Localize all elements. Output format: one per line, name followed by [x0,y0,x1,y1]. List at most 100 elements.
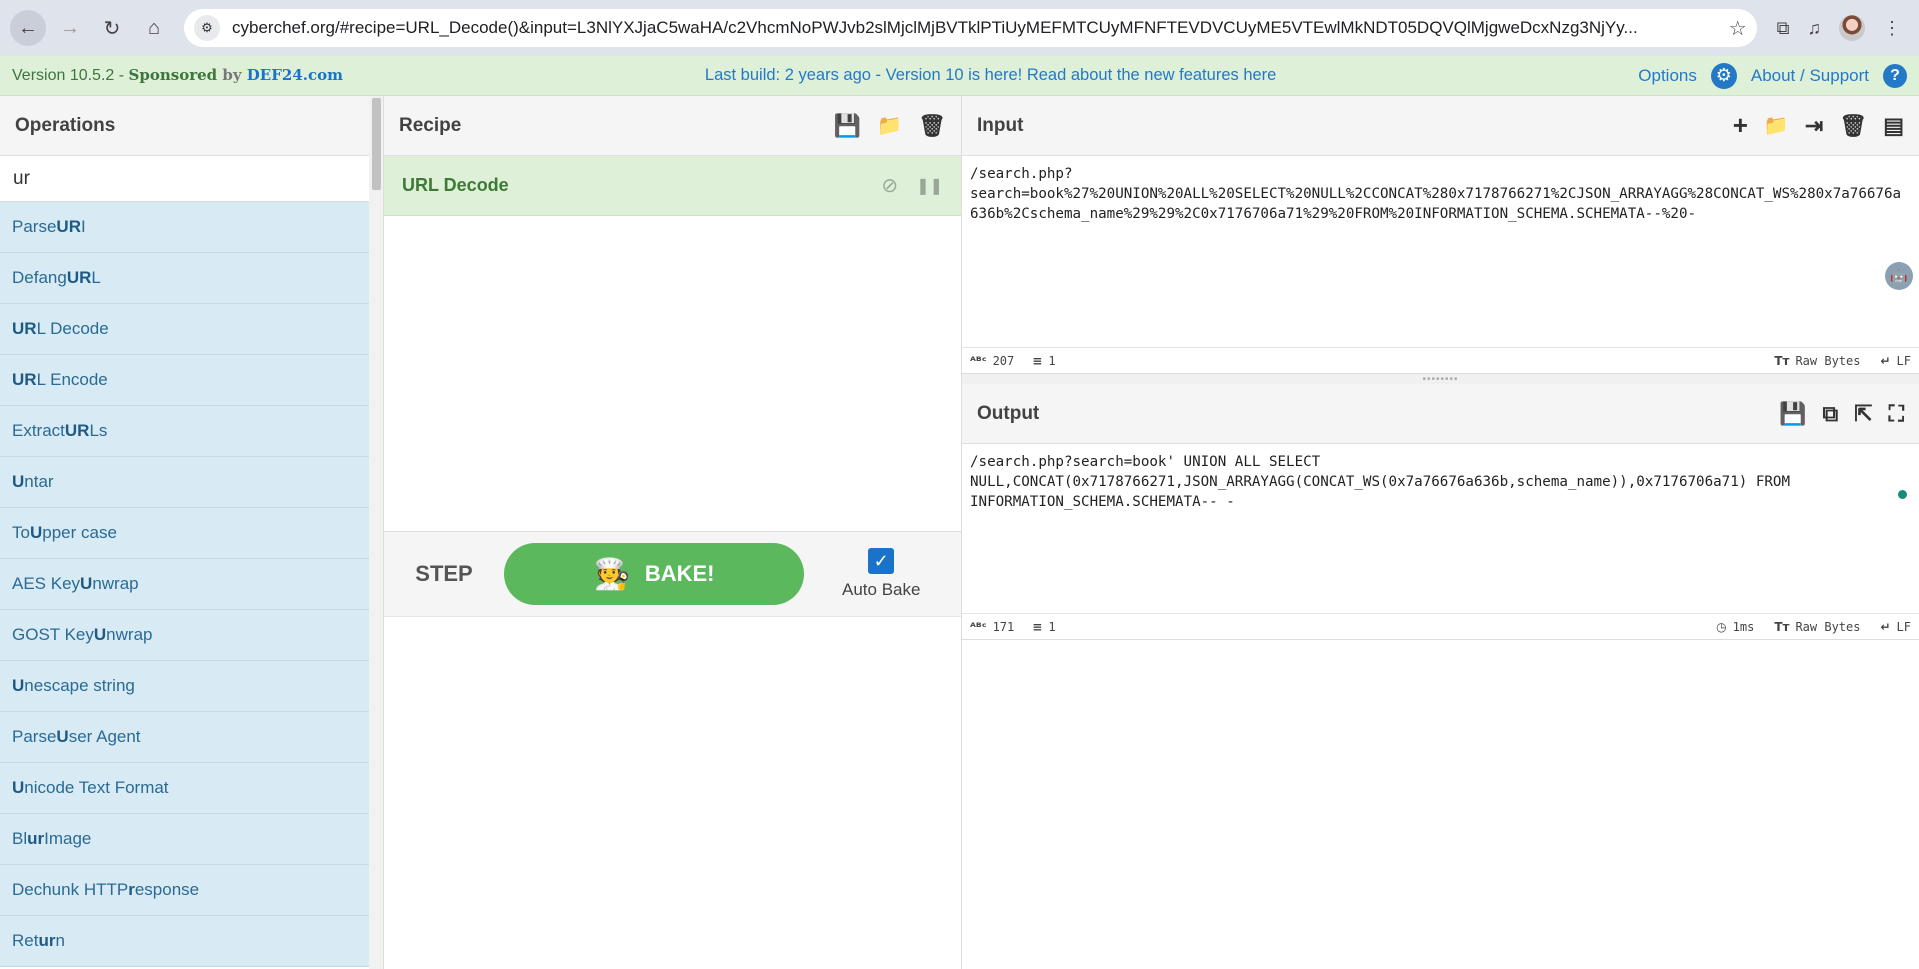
about-link[interactable]: About / Support [1751,66,1869,86]
operation-label-part: nescape string [24,676,135,695]
options-link[interactable]: Options [1638,66,1697,86]
operation-item[interactable]: To Upper case [0,508,370,559]
operation-item[interactable]: Parse User Agent [0,712,370,763]
address-bar[interactable]: ⚙ cyberchef.org/#recipe=URL_Decode()&inp… [184,9,1757,47]
operation-item[interactable]: Parse UR I [0,202,370,253]
operation-item[interactable]: Ret ur n [0,916,370,967]
operation-item[interactable]: Extract UR Ls [0,406,370,457]
layout-icon[interactable]: ▤ [1883,113,1904,139]
news-link[interactable]: Last build: 2 years ago - Version 10 is … [343,66,1638,85]
clear-input-icon[interactable]: 🗑 [1839,113,1867,139]
operation-item[interactable]: Dechunk HTTP r esponse [0,865,370,916]
output-eol-value: LF [1896,619,1911,634]
step-button[interactable]: STEP [384,561,504,587]
input-status-bar: ᴬᴮᶜ 207 ≡ 1 Tт Raw Bytes ↵ LF [962,347,1919,373]
reload-icon[interactable]: ↻ [94,10,130,46]
operation-match-highlight: U [12,472,25,491]
operations-search-input[interactable]: ur [0,156,383,202]
operation-label-part: ser Agent [68,727,141,746]
load-recipe-icon[interactable]: 📁 [877,113,902,138]
operation-match-highlight: ur [38,931,56,950]
operation-item[interactable]: Bl ur Image [0,814,370,865]
output-encoding-value: Raw Bytes [1795,619,1861,634]
operations-list: Parse UR I Defang UR L UR L Decode UR L Encode E… [0,202,370,967]
operation-label-part: Parse [12,727,57,746]
eol-arrow-icon: ↵ [1880,619,1891,634]
operation-item[interactable]: AES Key Unwrap [0,559,370,610]
auto-bake-toggle[interactable]: ✓ Auto Bake [842,548,920,600]
recipe-panel: Recipe 💾 📁 🗑 URL Decode ⊘ ❚❚ STEP 🧑‍🍳 BA… [384,96,962,969]
operation-match-highlight: U [93,625,107,644]
input-encoding[interactable]: Tт Raw Bytes [1774,354,1860,368]
extensions-icon[interactable]: ⧉ [1777,18,1790,39]
input-char-count: ᴬᴮᶜ 207 [970,354,1014,368]
operation-item[interactable]: Unicode Text Format [0,763,370,814]
operation-label-part: To [12,523,30,542]
abc-icon: ᴬᴮᶜ [970,619,987,634]
io-divider[interactable]: •••••••• [962,374,1919,385]
operation-label-part: Parse [12,217,57,236]
operation-match-highlight: r [128,880,135,899]
breakpoint-icon[interactable]: ❚❚ [916,176,943,196]
site-settings-icon[interactable]: ⚙ [194,15,220,41]
input-chars-value: 207 [992,353,1015,368]
help-icon[interactable]: ? [1883,63,1907,88]
operation-match-highlight: U [56,727,69,746]
copy-output-icon[interactable]: ⧉ [1822,401,1838,427]
operation-label-part: nwrap [106,625,153,644]
save-output-icon[interactable]: 💾 [1779,401,1806,427]
input-eol[interactable]: ↵ LF [1880,354,1911,368]
recipe-title: Recipe [399,114,462,136]
disable-icon[interactable]: ⊘ [881,173,898,198]
operation-item[interactable]: Untar [0,457,370,508]
input-textarea[interactable]: /search.php? search=book%27%20UNION%20AL… [962,156,1919,224]
save-recipe-icon[interactable]: 💾 [834,113,861,139]
operations-title: Operations [0,96,383,156]
output-text[interactable]: /search.php?search=book' UNION ALL SELEC… [962,444,1919,512]
output-title: Output [977,402,1040,424]
gear-icon[interactable]: ⚙ [1710,62,1737,89]
operation-label-part: nwrap [92,574,139,593]
operation-label-part: Defang [12,268,67,287]
checkbox-checked-icon[interactable]: ✓ [868,548,895,574]
operations-scrollbar[interactable] [369,96,383,969]
robot-icon[interactable]: 🤖 [1885,262,1913,290]
operation-item[interactable]: Defang UR L [0,253,370,304]
recipe-operation-name: URL Decode [402,175,509,195]
media-icon[interactable]: ♫ [1808,18,1822,39]
operation-item[interactable]: GOST Key Unwrap [0,610,370,661]
operation-item[interactable]: UR L Decode [0,304,370,355]
open-file-icon[interactable]: ⇥ [1805,113,1823,139]
output-encoding[interactable]: Tт Raw Bytes [1774,620,1860,634]
operation-match-highlight: U [29,523,43,542]
add-tab-icon[interactable]: + [1733,110,1748,141]
sponsored-by: by [217,66,247,84]
output-eol[interactable]: ↵ LF [1880,620,1911,634]
sponsor-link[interactable]: DEF24.com [247,66,343,84]
output-chars-value: 171 [992,619,1015,634]
recipe-operation[interactable]: URL Decode ⊘ ❚❚ [384,156,961,216]
back-icon[interactable]: ← [10,10,46,46]
text-format-icon: Tт [1774,353,1790,368]
forward-icon[interactable]: → [52,10,88,46]
menu-kebab-icon[interactable]: ⋮ [1883,18,1901,39]
open-folder-icon[interactable]: 📁 [1764,113,1789,138]
maximize-icon[interactable]: ⛶ [1889,401,1904,427]
url-text[interactable]: cyberchef.org/#recipe=URL_Decode()&input… [232,18,1719,38]
operation-label-part: nicode Text Format [24,778,169,797]
input-encoding-value: Raw Bytes [1795,353,1861,368]
bake-button[interactable]: 🧑‍🍳 BAKE! [504,543,804,605]
profile-avatar[interactable] [1839,15,1865,41]
operation-match-highlight: ur [27,829,45,848]
operation-label-part: Ret [12,931,39,950]
operation-label-part: Dechunk HTTP [12,880,129,899]
home-icon[interactable]: ⌂ [136,10,172,46]
sponsored-label: Sponsored [128,66,218,84]
operation-item[interactable]: Unescape string [0,661,370,712]
output-panel: Output 💾 ⧉ ⇱ ⛶ /search.php?search=book' … [962,384,1919,640]
operation-item[interactable]: UR L Encode [0,355,370,406]
clear-recipe-icon[interactable]: 🗑 [918,113,946,139]
operation-match-highlight: U [12,676,25,695]
replace-input-icon[interactable]: ⇱ [1854,401,1872,427]
bookmark-star-icon[interactable]: ☆ [1729,16,1747,41]
